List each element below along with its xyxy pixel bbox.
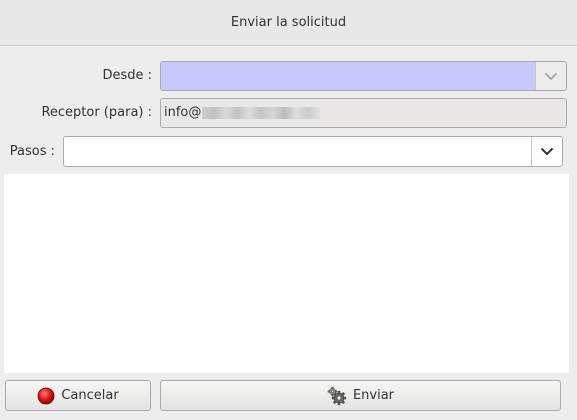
red-circle-icon [37,387,55,405]
window-title: Enviar la solicitud [230,15,347,30]
chevron-down-icon [540,147,554,156]
pasos-combobox[interactable] [63,136,563,167]
title-bar: Enviar la solicitud [0,0,577,46]
receptor-label: Receptor (para) : [41,105,152,120]
chevron-down-icon [544,72,558,80]
receptor-value: info@ [164,105,202,120]
pasos-dropdown-button[interactable] [531,137,562,166]
cancel-button-label: Cancelar [61,388,119,403]
gears-icon [327,386,347,406]
message-text-area[interactable] [4,174,569,373]
send-button[interactable]: Enviar [160,380,561,411]
redacted-email [202,107,321,119]
desde-dropdown-button[interactable] [535,62,566,90]
pasos-label: Pasos : [9,144,55,159]
desde-label: Desde : [102,68,152,83]
desde-combobox[interactable] [160,61,567,91]
send-button-label: Enviar [352,388,395,403]
receptor-field[interactable]: info@ [160,98,567,128]
cancel-button[interactable]: Cancelar [5,380,151,411]
